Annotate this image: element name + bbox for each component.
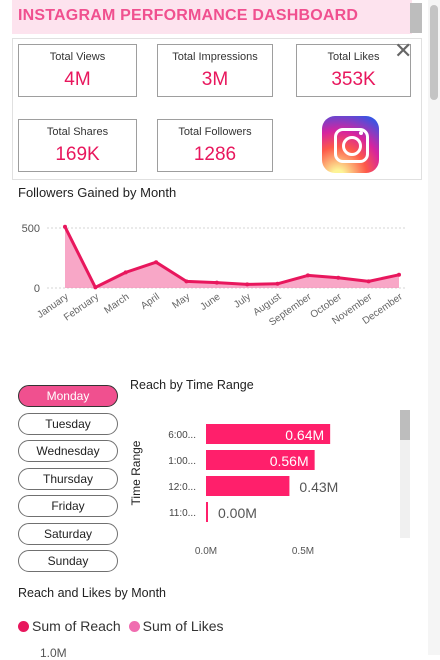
y-tick-label: 11:0...: [169, 508, 196, 519]
kpi-label: Total Followers: [178, 126, 252, 138]
legend-item-likes[interactable]: Sum of Likes: [128, 618, 224, 634]
day-option-tuesday[interactable]: Tuesday: [18, 412, 118, 435]
kpi-card-total-followers: Total Followers 1286: [157, 119, 273, 172]
kpi-label: Total Impressions: [172, 51, 258, 63]
kpi-value: 4M: [64, 69, 91, 90]
data-label: 0.64M: [285, 427, 324, 443]
data-point[interactable]: [336, 275, 341, 280]
kpi-card-total-impressions: Total Impressions 3M: [157, 44, 273, 97]
kpi-value: 353K: [331, 69, 376, 90]
data-point[interactable]: [397, 272, 401, 277]
data-point[interactable]: [214, 280, 219, 285]
day-option-thursday[interactable]: Thursday: [18, 467, 118, 490]
legend-label: Sum of Reach: [32, 618, 121, 634]
day-option-friday[interactable]: Friday: [18, 495, 118, 517]
x-tick-label: May: [170, 291, 192, 311]
y-tick-label: 0: [34, 283, 40, 295]
dashboard-title: INSTAGRAM PERFORMANCE DASHBOARD: [18, 7, 359, 24]
data-point[interactable]: [245, 282, 250, 287]
x-tick-label: July: [232, 291, 253, 310]
followers-chart-title: Followers Gained by Month: [18, 185, 177, 200]
bar[interactable]: [206, 476, 290, 496]
reach-chart-scrollbar-thumb[interactable]: [400, 410, 410, 440]
kpi-value: 1286: [193, 144, 237, 165]
data-point[interactable]: [93, 285, 98, 290]
y-tick-label: 1:00...: [168, 456, 196, 467]
legend-item-reach[interactable]: Sum of Reach: [18, 618, 121, 634]
day-option-monday[interactable]: Monday: [18, 385, 118, 407]
followers-area-chart[interactable]: 0500JanuaryFebruary March April May June July…: [12, 205, 422, 345]
data-point[interactable]: [123, 270, 128, 275]
y-tick-label: 12:0...: [168, 482, 196, 493]
reach-likes-legend: Sum of Reach Sum of Likes: [18, 618, 224, 634]
x-tick-label: 0.0M: [195, 546, 217, 557]
y-tick-label: 500: [22, 223, 40, 235]
kpi-value: 3M: [201, 69, 229, 90]
reach-likes-chart-title: Reach and Likes by Month: [18, 586, 167, 600]
x-tick-label: 0.5M: [292, 546, 314, 557]
day-option-saturday[interactable]: Saturday: [18, 522, 118, 545]
series-line: [63, 226, 400, 289]
x-tick-label: April: [139, 291, 162, 311]
kpi-label: Total Views: [49, 51, 106, 63]
instagram-logo-icon: [322, 116, 379, 173]
data-label: 0.43M: [299, 479, 338, 495]
reach-chart-title: Reach by Time Range: [130, 378, 254, 392]
legend-label: Sum of Likes: [142, 618, 224, 634]
legend-dot-icon: [128, 621, 140, 632]
kpi-card-total-views: Total Views 4M: [18, 44, 137, 97]
x-tick-label: March: [102, 291, 131, 316]
data-point[interactable]: [184, 279, 189, 284]
data-point[interactable]: [63, 224, 67, 229]
data-point[interactable]: [305, 273, 310, 278]
day-option-sunday[interactable]: Sunday: [18, 550, 118, 572]
y-axis-title: Time Range: [129, 440, 143, 505]
data-label: 0.00M: [218, 505, 257, 521]
x-tick-label: February: [62, 291, 101, 323]
kpi-card-total-shares: Total Shares 169K: [18, 119, 137, 172]
reach-likes-axis-top-label: 1.0M: [40, 646, 67, 660]
legend-dot-icon: [18, 621, 29, 632]
reach-bar-chart[interactable]: Time Range 6:00... 0.64M 1:00... 0.56M 12:0..…: [128, 405, 413, 560]
day-option-wednesday[interactable]: Wednesday: [18, 440, 118, 462]
x-tick-label: June: [198, 291, 222, 313]
kpi-label: Total Shares: [46, 126, 109, 138]
data-label: 0.56M: [270, 453, 309, 469]
bar[interactable]: [206, 502, 208, 522]
close-icon[interactable]: ✕: [394, 40, 412, 62]
kpi-value: 169K: [55, 144, 100, 165]
title-scrollbar[interactable]: [410, 3, 422, 33]
title-bar: INSTAGRAM PERFORMANCE DASHBOARD: [12, 0, 422, 34]
data-point[interactable]: [275, 281, 280, 286]
y-tick-label: 6:00...: [168, 430, 196, 441]
data-point[interactable]: [154, 260, 159, 265]
data-point[interactable]: [366, 279, 371, 284]
page-scrollbar-thumb[interactable]: [430, 5, 438, 100]
